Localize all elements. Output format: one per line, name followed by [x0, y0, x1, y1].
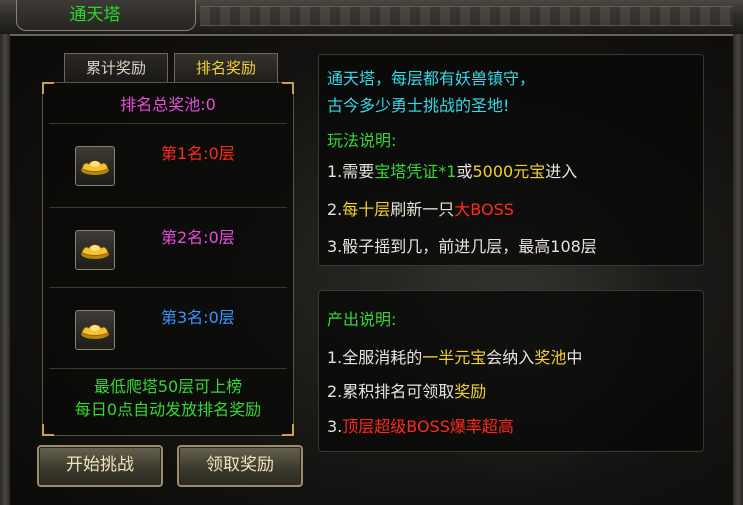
- ranking-pool-total: 排名总奖池:0: [120, 95, 216, 114]
- reward-slot[interactable]: [75, 230, 115, 270]
- big-boss-text: 大BOSS: [454, 200, 514, 219]
- gold-ingot-icon: [81, 244, 109, 259]
- intro-panel: 通天塔，每层都有妖兽镇守， 古今多少勇士挑战的圣地! 玩法说明: 1.需要宝塔凭…: [318, 54, 704, 266]
- ranking-panel: 排名总奖池:0 第1名:0层 第2名:0层 第3名:0层 最低爬塔50层可上榜 …: [42, 82, 294, 436]
- output-item-3: 3.顶层超级BOSS爆率超高: [327, 417, 514, 436]
- output-title: 产出说明:: [327, 310, 397, 329]
- reward-slot[interactable]: [75, 146, 115, 186]
- claim-reward-button[interactable]: 领取奖励: [177, 445, 303, 487]
- intro-line-2: 古今多少勇士挑战的圣地!: [327, 96, 510, 115]
- pagoda-voucher: 宝塔凭证*1: [374, 162, 457, 181]
- corner-ornament: [282, 424, 294, 436]
- start-challenge-button[interactable]: 开始挑战: [37, 445, 163, 487]
- output-item-2: 2.累积排名可领取奖励: [327, 382, 487, 401]
- note-min-floor: 最低爬塔50层可上榜: [93, 377, 243, 396]
- output-item-1: 1.全服消耗的一半元宝会纳入奖池中: [327, 348, 583, 367]
- gold-ingot-icon: [81, 160, 109, 175]
- output-panel: 产出说明: 1.全服消耗的一半元宝会纳入奖池中 2.累积排名可领取奖励 3.顶层…: [318, 290, 704, 452]
- rank-1-label: 第1名:0层: [161, 144, 235, 163]
- reward-slot[interactable]: [75, 310, 115, 350]
- window-title: 通天塔: [69, 5, 121, 25]
- ranking-notes: 最低爬塔50层可上榜 每日0点自动发放排名奖励: [43, 375, 293, 421]
- gold-ingot-icon: [81, 324, 109, 339]
- title-bar-ornament: [200, 6, 733, 26]
- rank-3-label: 第3名:0层: [161, 308, 235, 327]
- rule-3: 3.骰子摇到几，前进几层，最高108层: [327, 237, 597, 256]
- left-border: [0, 34, 10, 505]
- rule-1: 1.需要宝塔凭证*1或5000元宝进入: [327, 162, 578, 181]
- note-daily-payout: 每日0点自动发放排名奖励: [74, 400, 262, 419]
- right-border: [733, 34, 743, 505]
- rank-row-3: 第3名:0层: [49, 287, 287, 369]
- corner-ornament: [42, 424, 54, 436]
- rank-2-label: 第2名:0层: [161, 228, 235, 247]
- rule-2: 2.每十层刷新一只大BOSS: [327, 200, 514, 219]
- rules-title: 玩法说明:: [327, 131, 397, 150]
- tab-cumulative-reward[interactable]: 累计奖励: [64, 53, 168, 82]
- ingot-amount: 5000元宝: [472, 162, 546, 181]
- tab-ranking-reward[interactable]: 排名奖励: [174, 53, 278, 82]
- rank-row-1: 第1名:0层: [49, 123, 287, 204]
- title-bar: 通天塔: [0, 0, 743, 36]
- intro-line-1: 通天塔，每层都有妖兽镇守，: [327, 69, 536, 88]
- game-window: 通天塔 累计奖励 排名奖励 排名总奖池:0 第1名:0层 第2名:0层 第3名:…: [0, 0, 743, 505]
- rank-row-2: 第2名:0层: [49, 207, 287, 288]
